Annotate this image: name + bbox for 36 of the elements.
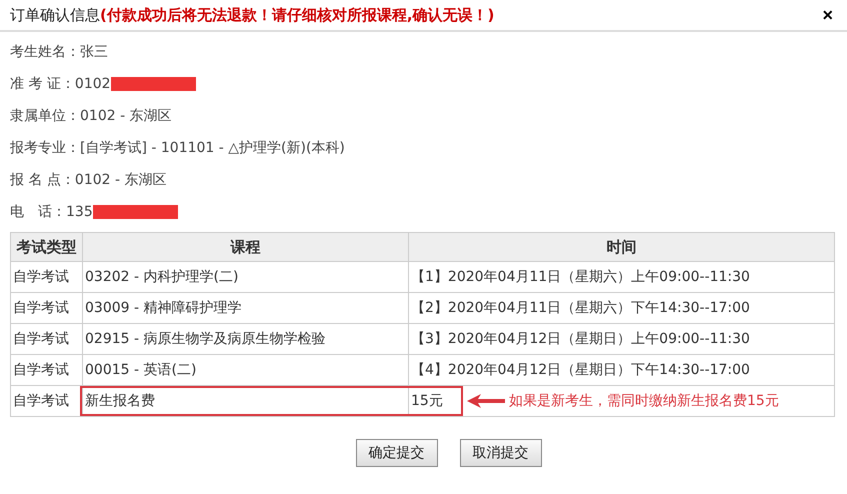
table-cell: 02915 - 病原生物学及病原生物学检验 [82, 324, 408, 354]
field-label: 考生姓名： [10, 43, 80, 61]
field-value: [自学考试] - 101101 - △护理学(新)(本科) [80, 139, 345, 157]
submit-button[interactable]: 确定提交 [356, 439, 438, 467]
table-cell: 03009 - 精神障碍护理学 [82, 292, 408, 324]
annotation-text: 如果是新考生，需同时缴纳新生报名费15元 [509, 392, 779, 410]
field-label: 隶属单位： [10, 107, 80, 125]
column-header: 时间 [408, 232, 834, 262]
cancel-button[interactable]: 取消提交 [460, 439, 542, 467]
column-header: 考试类型 [10, 232, 82, 262]
field-label: 报 名 点： [10, 171, 75, 189]
field-value: 0102 [74, 76, 111, 92]
field-value: 0102 - 东湖区 [80, 107, 172, 125]
table-cell: 自学考试 [10, 386, 82, 416]
table-cell: 03202 - 内科护理学(二) [82, 262, 408, 292]
field-label: 电 话： [10, 203, 66, 221]
column-header: 课程 [82, 232, 408, 262]
table-cell: 【4】2020年04月12日（星期日）下午14:30--17:00 [408, 354, 834, 386]
window-title: 订单确认信息 [10, 6, 100, 24]
table-cell: 【3】2020年04月12日（星期日）上午09:00--11:30 [408, 324, 834, 354]
table-cell: 【1】2020年04月11日（星期六）上午09:00--11:30 [408, 262, 834, 292]
table-cell: 00015 - 英语(二) [82, 354, 408, 386]
table-cell: 自学考试 [10, 262, 82, 292]
field-label: 报考专业： [10, 139, 80, 157]
warning-text: (付款成功后将无法退款！请仔细核对所报课程,确认无误！) [100, 6, 494, 24]
table-cell: 自学考试 [10, 354, 82, 386]
arrow-icon [467, 394, 505, 408]
close-button[interactable]: × [818, 4, 837, 26]
field-value: 135 [66, 204, 93, 220]
table-cell: 【2】2020年04月11日（星期六）下午14:30--17:00 [408, 292, 834, 324]
table-cell: 自学考试 [10, 292, 82, 324]
field-value: 张三 [80, 43, 108, 61]
field-label: 准 考 证： [10, 75, 75, 93]
field-value: 0102 - 东湖区 [74, 171, 166, 189]
table-cell: 自学考试 [10, 324, 82, 354]
table-cell: 15元 如果是新考生，需同时缴纳新生报名费15元 [408, 386, 834, 416]
